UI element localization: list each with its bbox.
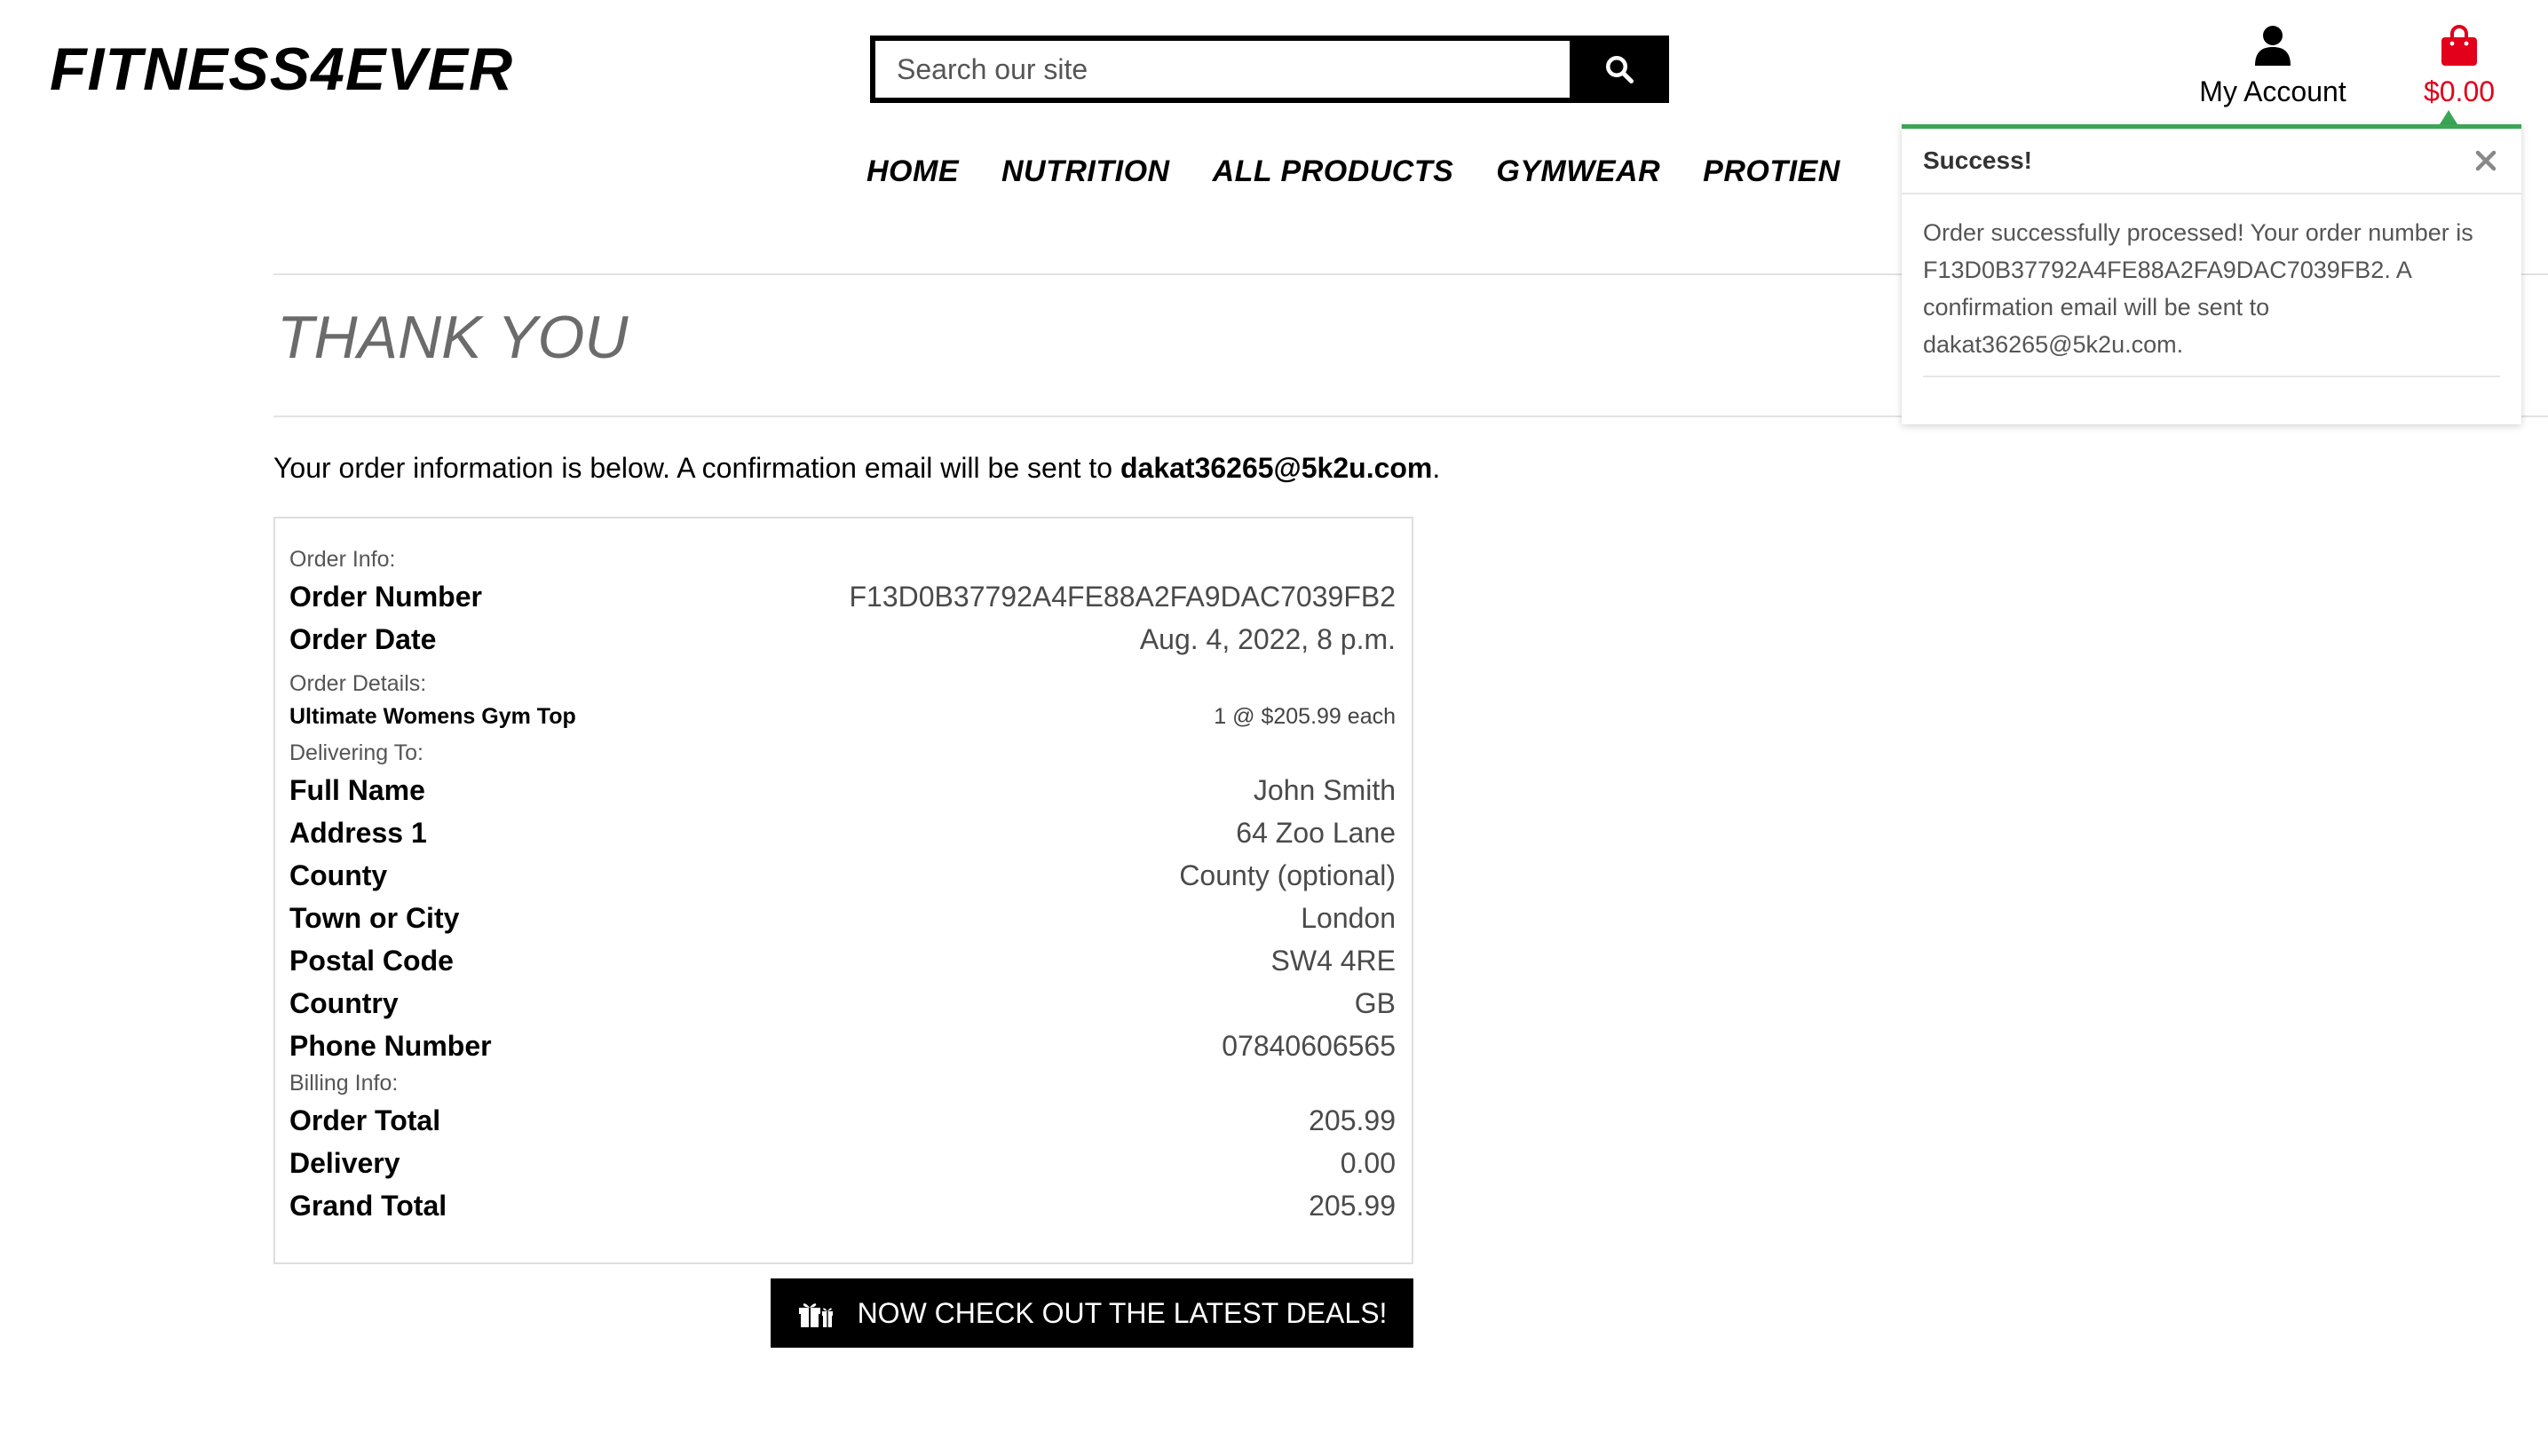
delivery-value: John Smith <box>1253 773 1396 806</box>
my-account-label: My Account <box>2199 75 2346 107</box>
delivery-label: Country <box>289 986 399 1019</box>
billing-value: 0.00 <box>1340 1146 1396 1179</box>
toast-close-button[interactable] <box>2470 145 2502 177</box>
billing-label: Delivery <box>289 1146 400 1179</box>
intro-email: dakat36265@5k2u.com <box>1120 452 1433 484</box>
delivery-value: GB <box>1354 986 1396 1019</box>
nav-gymwear[interactable]: GYMWEAR <box>1496 154 1660 189</box>
toast-header: Success! <box>1902 129 2521 194</box>
delivery-row: County County (optional) <box>289 854 1396 897</box>
order-number-label: Order Number <box>289 580 482 613</box>
cart-total: $0.00 <box>2423 75 2496 107</box>
item-qty-price: 1 @ $205.99 each <box>1214 703 1396 729</box>
delivery-value: 64 Zoo Lane <box>1236 816 1396 849</box>
delivery-label: Address 1 <box>289 816 427 849</box>
delivery-label: Full Name <box>289 773 425 806</box>
search-form <box>870 36 1669 103</box>
order-date-label: Order Date <box>289 622 437 655</box>
order-item-row: Ultimate Womens Gym Top 1 @ $205.99 each <box>289 700 1396 733</box>
order-number-value: F13D0B37792A4FE88A2FA9DAC7039FB2 <box>849 580 1397 613</box>
intro-suffix: . <box>1432 452 1441 484</box>
billing-value: 205.99 <box>1309 1104 1396 1136</box>
billing-value: 205.99 <box>1309 1189 1396 1222</box>
delivery-value: 07840606565 <box>1222 1029 1396 1062</box>
success-toast: Success! Order successfully processed! Y… <box>1902 124 2521 424</box>
search-icon <box>1606 56 1634 84</box>
delivering-label: Delivering To: <box>289 740 424 765</box>
delivery-row: Full Name John Smith <box>289 769 1396 811</box>
order-date-value: Aug. 4, 2022, 8 p.m. <box>1139 622 1396 655</box>
order-info-label: Order Info: <box>289 547 396 572</box>
order-number-row: Order Number F13D0B37792A4FE88A2FA9DAC70… <box>289 575 1396 618</box>
delivery-row: Country GB <box>289 982 1396 1025</box>
search-button[interactable] <box>1570 36 1669 103</box>
page-title: THANK YOU <box>277 304 629 371</box>
latest-deals-button[interactable]: NOW CHECK OUT THE LATEST DEALS! <box>771 1278 1413 1348</box>
billing-row: Order Total 205.99 <box>289 1099 1396 1142</box>
billing-label: Billing Info: <box>289 1071 399 1096</box>
delivery-row: Phone Number 07840606565 <box>289 1025 1396 1067</box>
close-icon <box>2475 150 2497 171</box>
billing-label: Order Total <box>289 1104 441 1136</box>
order-intro: Your order information is below. A confi… <box>273 447 1440 488</box>
gift-icon <box>798 1303 833 1327</box>
nav-protien[interactable]: PROTIEN <box>1703 154 1840 189</box>
main-nav: HOME NUTRITION ALL PRODUCTS GYMWEAR PROT… <box>866 154 1840 189</box>
delivery-value: County (optional) <box>1179 859 1396 891</box>
billing-label: Grand Total <box>289 1189 447 1222</box>
toast-title: Success! <box>1923 146 2032 174</box>
delivery-label: Phone Number <box>289 1029 492 1062</box>
delivery-label: Postal Code <box>289 944 454 977</box>
site-logo[interactable]: FITNESS4EVER <box>50 34 513 105</box>
toast-arrow <box>2440 110 2457 124</box>
intro-text: Your order information is below. A confi… <box>273 452 1120 484</box>
nav-nutrition[interactable]: NUTRITION <box>1001 154 1170 189</box>
billing-row: Delivery 0.00 <box>289 1142 1396 1184</box>
cart-link[interactable]: $0.00 <box>2397 25 2521 109</box>
delivery-label: County <box>289 859 388 891</box>
delivery-row: Address 1 64 Zoo Lane <box>289 811 1396 854</box>
delivery-value: SW4 4RE <box>1270 944 1396 977</box>
nav-all-products[interactable]: ALL PRODUCTS <box>1213 154 1454 189</box>
delivery-row: Town or City London <box>289 897 1396 939</box>
order-summary: Order Info: Order Number F13D0B37792A4FE… <box>273 517 1413 1264</box>
order-date-row: Order Date Aug. 4, 2022, 8 p.m. <box>289 618 1396 661</box>
my-account-link[interactable]: My Account <box>2184 25 2362 109</box>
order-details-label: Order Details: <box>289 671 427 696</box>
delivery-value: London <box>1301 901 1396 934</box>
nav-home[interactable]: HOME <box>866 154 959 189</box>
delivery-row: Postal Code SW4 4RE <box>289 939 1396 982</box>
latest-deals-label: NOW CHECK OUT THE LATEST DEALS! <box>857 1296 1388 1329</box>
shopping-bag-icon <box>2441 25 2477 66</box>
toast-message: Order successfully processed! Your order… <box>1923 214 2500 377</box>
billing-row: Grand Total 205.99 <box>289 1184 1396 1227</box>
user-icon <box>2255 26 2291 66</box>
item-name: Ultimate Womens Gym Top <box>289 703 576 729</box>
delivery-label: Town or City <box>289 901 460 934</box>
search-input[interactable] <box>870 36 1570 103</box>
